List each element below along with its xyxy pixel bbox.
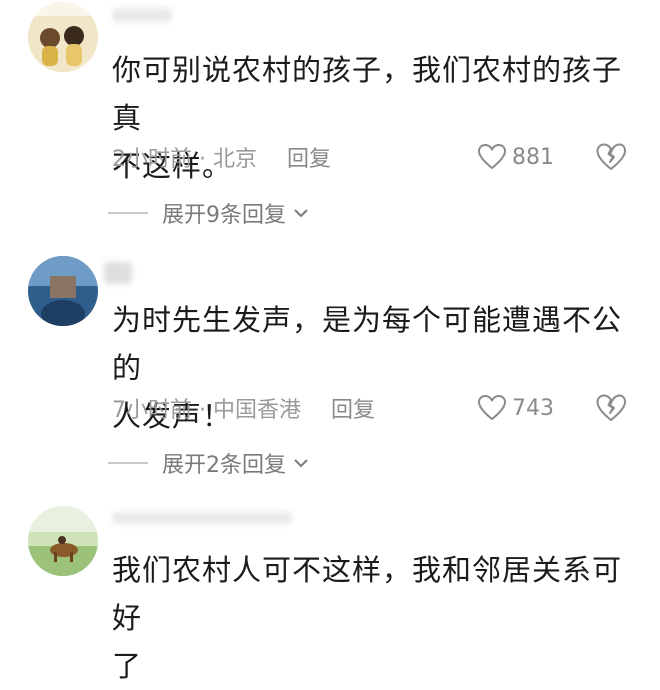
divider-line [108,212,148,214]
dislike-button[interactable] [596,143,626,173]
heart-outline-icon [478,144,506,170]
comment-text-line: 你可别说农村的孩子，我们农村的孩子真 [112,53,623,135]
expand-replies-button[interactable]: 展开2条回复 [108,448,310,478]
divider-line [108,462,148,464]
broken-heart-icon [596,143,626,170]
username-blurred [112,8,172,22]
broken-heart-icon [596,394,626,421]
comment-meta: 2小时前 · 北京 回复 [112,142,331,172]
avatar-image [28,2,98,72]
comment-text-line: 了 [112,649,143,683]
avatar[interactable] [28,256,98,326]
avatar-image [28,256,98,326]
chevron-down-icon [294,459,308,468]
expand-replies-button[interactable]: 展开9条回复 [108,198,310,228]
reply-button[interactable]: 回复 [287,141,331,173]
comment-text-line: 我们农村人可不这样，我和邻居关系可好 [112,553,623,635]
heart-outline-icon [478,395,506,421]
avatar[interactable] [28,506,98,576]
dislike-button[interactable] [596,394,626,424]
time-location: 2小时前 · 北京 [112,147,257,172]
time-location: 7小时前 · 中国香港 [112,398,301,423]
like-button[interactable]: 743 [478,393,554,423]
username-blurred [112,512,292,524]
reply-button[interactable]: 回复 [331,392,375,424]
chevron-down-icon [294,209,308,218]
comment-text: 我们农村人可不这样，我和邻居关系可好 了 [112,546,632,690]
avatar-image [28,506,98,576]
comment-text-line: 为时先生发声，是为每个可能遭遇不公的 [112,303,623,385]
comment-meta: 7小时前 · 中国香港 回复 [112,393,375,423]
avatar[interactable] [28,2,98,72]
expand-replies-label: 展开2条回复 [162,453,286,478]
username-blurred [104,262,132,284]
like-count: 881 [512,144,554,170]
like-count: 743 [512,395,554,421]
expand-replies-label: 展开9条回复 [162,203,286,228]
like-button[interactable]: 881 [478,142,554,172]
